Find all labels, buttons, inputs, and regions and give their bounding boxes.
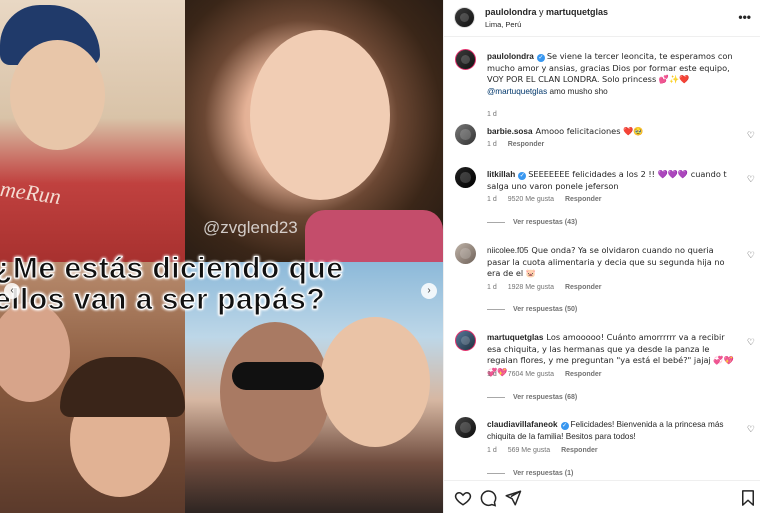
post-media[interactable]: meRun @zvglend23 ¿Me estás diciendo que … (0, 0, 443, 513)
header-usernames: paulolondra y martuquetglas (485, 7, 608, 17)
action-bar (444, 480, 760, 513)
avatar[interactable] (455, 417, 476, 438)
comment-likes[interactable]: 1928 Me gusta (508, 284, 554, 291)
bookmark-icon[interactable] (739, 489, 757, 507)
view-replies[interactable]: Ver respuestas (50) (487, 306, 577, 313)
heart-icon[interactable]: ♡ (747, 250, 755, 261)
sunglasses-shape (232, 362, 324, 390)
verified-icon: ✓ (518, 172, 527, 180)
reply-button[interactable]: Responder (565, 371, 602, 378)
comment-username[interactable]: martuquetglas (487, 333, 543, 342)
caption-username[interactable]: paulolondra (487, 52, 534, 61)
view-replies[interactable]: Ver respuestas (43) (487, 219, 577, 226)
photo-boy-cap: meRun (0, 0, 185, 262)
photo-siblings (0, 262, 185, 513)
view-replies[interactable]: Ver respuestas (1) (487, 470, 573, 477)
comment-icon[interactable] (479, 489, 497, 507)
reply-button[interactable]: Responder (565, 284, 602, 291)
send-icon[interactable] (504, 489, 522, 507)
comment-username[interactable]: niicolee.f05 (487, 246, 528, 255)
heart-icon[interactable] (454, 489, 472, 507)
reply-button[interactable]: Responder (508, 141, 545, 148)
comment-time[interactable]: 1 d (487, 141, 497, 148)
comment-username[interactable]: litkillah (487, 170, 515, 179)
caption-mention[interactable]: @martuquetglas (487, 87, 547, 96)
comment-time[interactable]: 1 d (487, 447, 497, 454)
view-replies[interactable]: Ver respuestas (68) (487, 394, 577, 401)
reply-button[interactable]: Responder (561, 447, 598, 454)
header-user-2[interactable]: martuquetglas (546, 7, 608, 17)
comment-likes[interactable]: 7604 Me gusta (508, 371, 554, 378)
avatar[interactable] (454, 7, 475, 28)
reply-button[interactable]: Responder (565, 196, 602, 203)
comment-time[interactable]: 1 d (487, 196, 497, 203)
verified-icon: ✓ (536, 54, 545, 62)
avatar[interactable] (455, 49, 476, 70)
comment-time[interactable]: 1 d (487, 371, 497, 378)
caption-time[interactable]: 1 d (487, 111, 497, 118)
caption-text-after: amo musho sho (547, 86, 608, 96)
chevron-right-icon[interactable]: › (421, 283, 437, 299)
comments-list: paulolondra ✓ Se viene la tercer leoncita,… (444, 37, 760, 480)
watermark: @zvglend23 (203, 218, 298, 237)
comment-time[interactable]: 1 d (487, 284, 497, 291)
comment-likes[interactable]: 9520 Me gusta (508, 196, 554, 203)
heart-icon[interactable]: ♡ (747, 337, 755, 348)
chevron-left-icon[interactable]: ‹ (4, 283, 20, 299)
verified-icon: ✓ (560, 422, 569, 430)
post-header: paulolondra y martuquetglas Lima, Perú •… (444, 0, 760, 37)
heart-icon[interactable]: ♡ (747, 174, 755, 185)
avatar[interactable] (455, 243, 476, 264)
heart-icon[interactable]: ♡ (747, 130, 755, 141)
comment-username[interactable]: claudiavillafaneok (487, 420, 558, 429)
shirt-text: meRun (0, 175, 63, 210)
header-conjunction: y (539, 7, 544, 17)
avatar[interactable] (455, 124, 476, 145)
post-panel: paulolondra y martuquetglas Lima, Perú •… (443, 0, 760, 513)
comment-username[interactable]: barbie.sosa (487, 127, 533, 136)
avatar[interactable] (455, 330, 476, 351)
comment-text: Amooo felicitaciones ❤️🥹 (535, 126, 644, 136)
comment-likes[interactable]: 569 Me gusta (508, 447, 550, 454)
heart-icon[interactable]: ♡ (747, 424, 755, 435)
more-horizontal-icon[interactable]: ••• (738, 10, 751, 24)
header-user-1[interactable]: paulolondra (485, 7, 537, 17)
avatar[interactable] (455, 167, 476, 188)
header-location[interactable]: Lima, Perú (485, 20, 521, 29)
